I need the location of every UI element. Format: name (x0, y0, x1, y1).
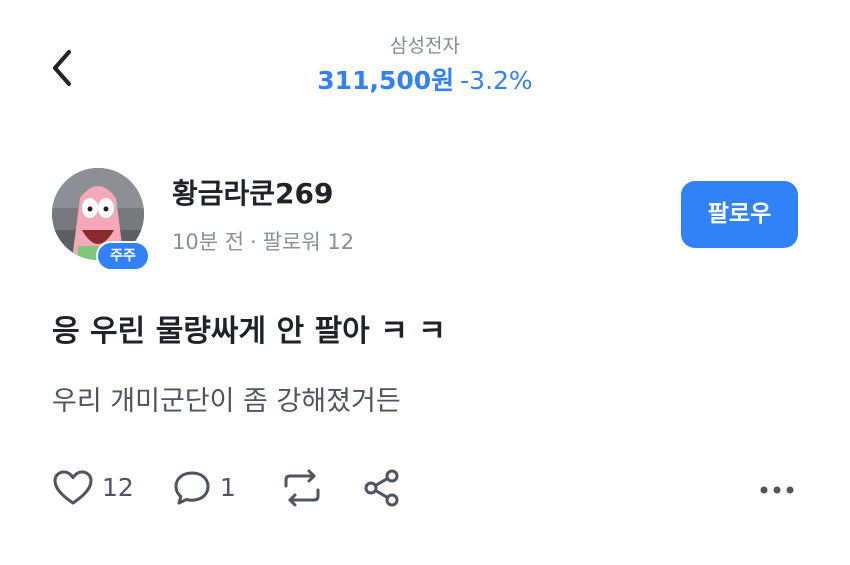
stock-price-line: 311,500원 -3.2% (0, 66, 850, 96)
post-title: 응 우린 물량싸게 안 팔아 ㅋ ㅋ (52, 314, 446, 349)
comment-button[interactable]: 1 (172, 469, 236, 507)
post-body: 우리 개미군단이 좀 강해졌거든 (52, 386, 401, 417)
post-time: 10분 전 (172, 230, 245, 254)
comment-bubble-icon (174, 471, 210, 505)
repost-icon (284, 469, 320, 507)
stock-name: 삼성전자 (390, 35, 460, 57)
more-horizontal-icon (760, 486, 794, 494)
shareholder-badge: 주주 (96, 241, 150, 271)
stock-change: -3.2% (460, 66, 533, 95)
follower-count: 팔로워 12 (262, 230, 355, 254)
author-name[interactable]: 황금라쿤269 (172, 176, 334, 212)
like-button[interactable]: 12 (52, 469, 134, 507)
heart-icon (53, 470, 93, 505)
like-count: 12 (102, 473, 134, 502)
stock-header[interactable]: 삼성전자 311,500원 -3.2% (0, 34, 850, 96)
action-bar: 12 1 (52, 466, 402, 510)
share-button[interactable] (362, 468, 402, 508)
post-meta: 10분 전 · 팔로워 12 (172, 228, 354, 256)
share-icon (364, 469, 399, 507)
comment-count: 1 (219, 473, 236, 502)
meta-separator: · (250, 230, 257, 254)
stock-price: 311,500원 (317, 66, 455, 95)
follow-button[interactable]: 팔로우 (681, 181, 798, 248)
more-options-button[interactable] (755, 476, 799, 504)
repost-button[interactable] (280, 468, 324, 508)
